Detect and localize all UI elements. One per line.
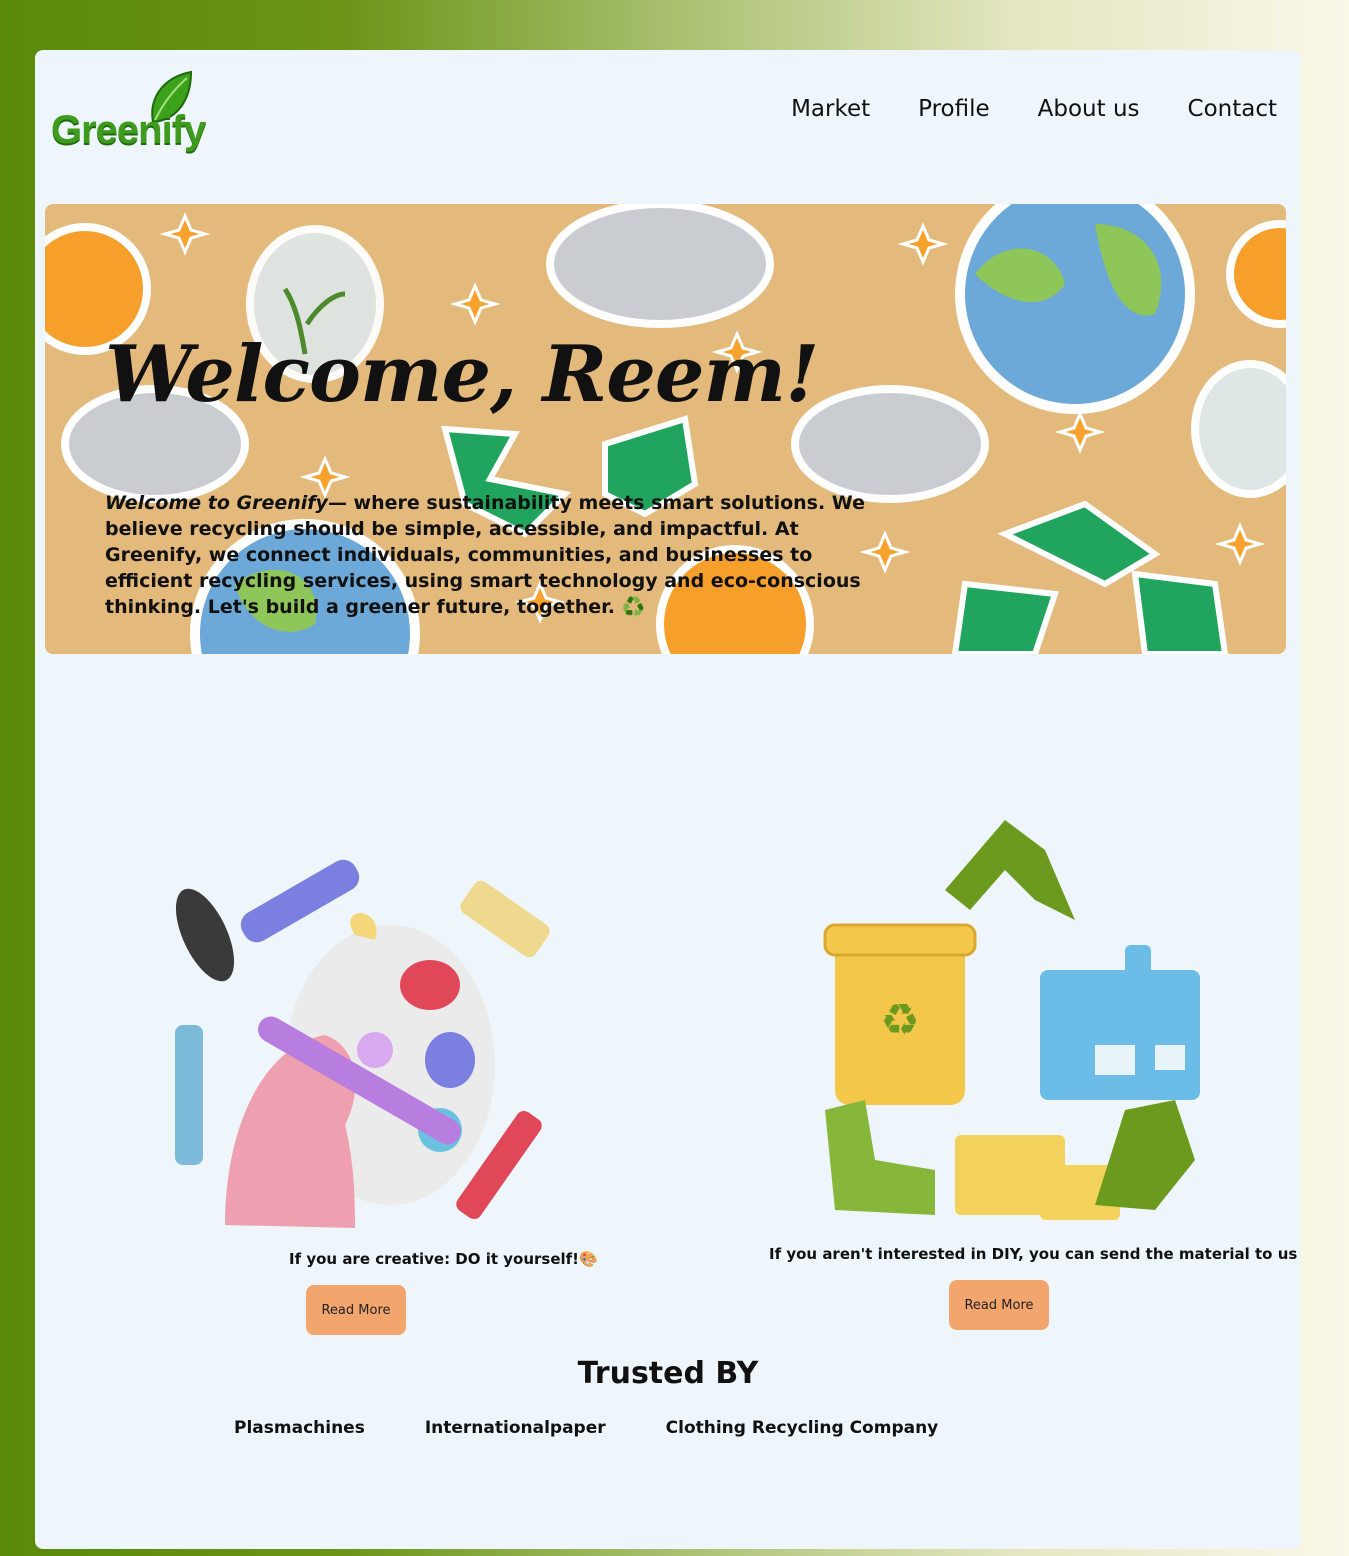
- partner-list: Plasmachines Internationalpaper Clothing…: [234, 1418, 938, 1438]
- recycling-factory-icon: ♻: [823, 820, 1200, 1220]
- feature-send-caption: If you aren't interested in DIY, you can…: [769, 1245, 1298, 1263]
- partner-internationalpaper: Internationalpaper: [424, 1418, 606, 1438]
- read-more-diy-button[interactable]: Read More: [306, 1285, 406, 1335]
- svg-text:♻: ♻: [880, 995, 919, 1046]
- hero-lead: Welcome to Greenify: [105, 492, 328, 514]
- hero-banner: Welcome, Reem! Welcome to Greenify— wher…: [45, 204, 1286, 654]
- nav-about-us[interactable]: About us: [1038, 96, 1140, 122]
- nav-market[interactable]: Market: [791, 96, 870, 122]
- hero-title: Welcome, Reem!: [105, 329, 819, 420]
- art-palette-icon: [175, 859, 550, 1228]
- feature-diy-caption: If you are creative: DO it yourself!🎨: [289, 1250, 598, 1268]
- nav-profile[interactable]: Profile: [918, 96, 990, 122]
- partner-clothing-recycling: Clothing Recycling Company: [665, 1418, 939, 1438]
- read-more-send-button[interactable]: Read More: [949, 1280, 1049, 1330]
- hero-description: Welcome to Greenify— where sustainabilit…: [105, 490, 895, 620]
- nav-contact[interactable]: Contact: [1188, 96, 1277, 122]
- trusted-by-title: Trusted BY: [577, 1356, 759, 1391]
- main-card: Greenify Market Profile About us Contact: [35, 50, 1301, 1549]
- main-nav: Market Profile About us Contact: [791, 96, 1277, 122]
- logo-text: Greenify: [51, 108, 206, 152]
- partner-plasmachines: Plasmachines: [234, 1418, 365, 1438]
- greenify-logo[interactable]: Greenify: [51, 70, 211, 162]
